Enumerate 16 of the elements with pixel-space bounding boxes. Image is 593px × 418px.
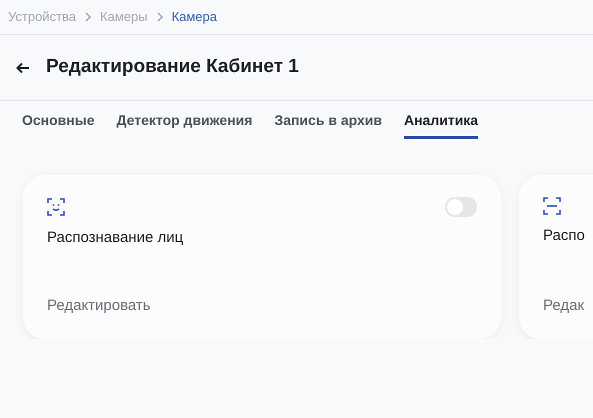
tab[interactable]: Запись в архив <box>274 104 382 139</box>
card-title: Распознавание лиц <box>47 228 184 248</box>
toggle-switch[interactable] <box>445 197 477 217</box>
edit-link[interactable]: Редак <box>543 294 584 317</box>
card-title: Распо <box>543 226 586 246</box>
tab[interactable]: Аналитика <box>404 104 478 139</box>
tab[interactable]: Детектор движения <box>116 104 252 139</box>
face-scan-icon <box>47 198 65 216</box>
chevron-icon <box>156 12 164 22</box>
page-title: Редактирование Кабинет 1 <box>46 56 299 79</box>
tab[interactable]: Основные <box>22 104 94 139</box>
scan-line-icon <box>543 197 561 215</box>
breadcrumb-link[interactable]: Камера <box>172 7 217 27</box>
back-arrow-icon[interactable] <box>16 62 30 74</box>
edit-link[interactable]: Редактировать <box>47 294 151 317</box>
chevron-icon <box>84 12 92 22</box>
